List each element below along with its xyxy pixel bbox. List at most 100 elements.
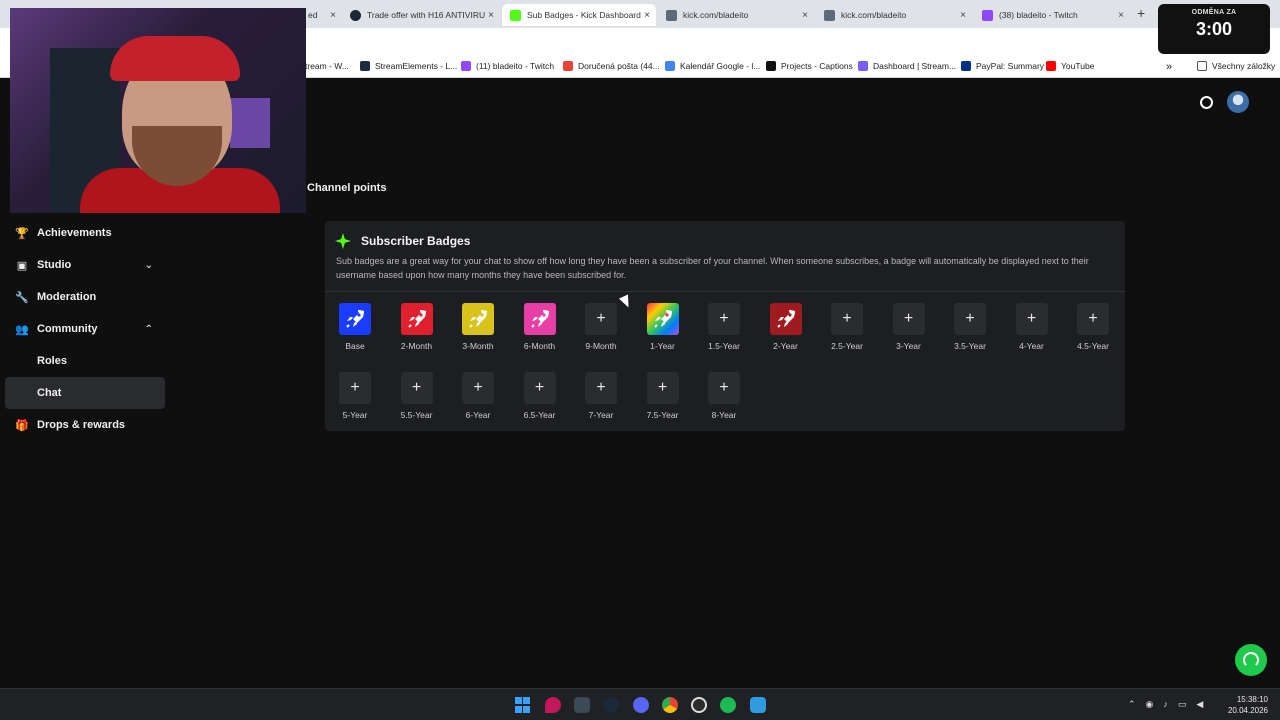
- add-badge-button[interactable]: +: [708, 372, 740, 404]
- steam-icon[interactable]: [603, 697, 619, 713]
- add-badge-button[interactable]: +: [462, 372, 494, 404]
- sidebar-item-moderation[interactable]: 🔧 Moderation: [5, 281, 165, 313]
- bookmark-item[interactable]: StreamElements - L...: [360, 61, 457, 71]
- add-badge-button[interactable]: +: [954, 303, 986, 335]
- captions-icon: [766, 61, 776, 71]
- sparkle-icon: [335, 233, 351, 249]
- badge-slot: +7-Year: [571, 372, 631, 420]
- page-section-title[interactable]: Channel points: [307, 182, 386, 194]
- tab-close-icon[interactable]: ×: [644, 10, 650, 21]
- chrome-icon[interactable]: [662, 697, 678, 713]
- steam-favicon-icon: [350, 9, 361, 21]
- add-badge-button[interactable]: +: [523, 372, 556, 404]
- add-badge-button[interactable]: +: [585, 303, 617, 335]
- badge-label: 1.5-Year: [708, 341, 740, 351]
- add-badge-button[interactable]: +: [1077, 303, 1109, 335]
- bookmark-item[interactable]: PayPal: Summary: [961, 61, 1044, 71]
- tab-label: kick.com/bladeito: [683, 10, 749, 20]
- badge-slot: +4.5-Year: [1063, 303, 1123, 351]
- rocket-badge-icon[interactable]: [400, 303, 433, 335]
- obs-icon[interactable]: [691, 697, 707, 713]
- volume-icon[interactable]: ◀: [1196, 699, 1203, 710]
- sidebar-item-roles[interactable]: Roles: [5, 345, 165, 377]
- tab-close-icon[interactable]: ×: [802, 10, 808, 21]
- browser-tab[interactable]: kick.com/bladeito ×: [658, 4, 814, 26]
- badge-label: 4.5-Year: [1077, 341, 1109, 351]
- add-badge-button[interactable]: +: [339, 372, 371, 404]
- system-tray: ⌃ ◉ ♪ ▭ ◀: [1128, 699, 1203, 710]
- bookmarks-overflow-button[interactable]: »: [1166, 61, 1172, 73]
- tab-close-icon[interactable]: ×: [330, 10, 336, 21]
- bookmark-item[interactable]: Projects - Captions: [766, 61, 853, 71]
- clock[interactable]: 15:38:10 20.04.2026: [1228, 694, 1268, 716]
- badge-slot: Base: [325, 303, 385, 351]
- browser-tab-active[interactable]: Sub Badges - Kick Dashboard ×: [502, 4, 656, 26]
- rocket-badge-icon[interactable]: [646, 303, 679, 335]
- sidebar-item-label: Drops & rewards: [37, 419, 126, 431]
- youtube-icon: [1046, 61, 1056, 71]
- rocket-badge-icon[interactable]: [769, 303, 802, 335]
- browser-tab[interactable]: (38) bladeito - Twitch ×: [974, 4, 1130, 26]
- bookmark-item[interactable]: Kalendář Google - l...: [665, 61, 760, 71]
- search-icon[interactable]: [1200, 95, 1213, 109]
- bookmark-item[interactable]: YouTube: [1046, 61, 1094, 71]
- windows-taskbar: ⌃ ◉ ♪ ▭ ◀ 15:38:10 20.04.2026: [0, 688, 1280, 720]
- bookmark-item[interactable]: Dashboard | Stream...: [858, 61, 956, 71]
- badge-slot: 3-Month: [448, 303, 508, 351]
- add-badge-button[interactable]: +: [646, 372, 679, 404]
- add-badge-button[interactable]: +: [585, 372, 617, 404]
- sidebar-item-studio[interactable]: ▣ Studio ⌄: [5, 249, 165, 281]
- badge-slot: 2-Year: [756, 303, 816, 351]
- wrench-icon: 🔧: [15, 291, 29, 304]
- chevron-down-icon: ⌄: [144, 259, 153, 271]
- bookmark-label: PayPal: Summary: [976, 61, 1045, 71]
- bookmark-item[interactable]: tream - W...: [305, 61, 349, 71]
- add-badge-button[interactable]: +: [400, 372, 433, 404]
- add-badge-button[interactable]: +: [1015, 303, 1048, 335]
- tab-close-icon[interactable]: ×: [1118, 10, 1124, 21]
- steam-tray-icon[interactable]: ◉: [1146, 699, 1154, 710]
- rocket-badge-icon[interactable]: [462, 303, 494, 335]
- badge-slot: +6-Year: [448, 372, 508, 420]
- add-badge-button[interactable]: +: [708, 303, 740, 335]
- sidebar-item-drops-rewards[interactable]: 🎁 Drops & rewards: [5, 409, 165, 441]
- windows-icon[interactable]: [515, 697, 531, 713]
- sidebar-item-community[interactable]: 👥 Community ⌃: [5, 313, 165, 345]
- bookmark-item[interactable]: Doručená pošta (44...: [563, 61, 660, 71]
- timer-label: ODMĚNA ZA: [1191, 9, 1237, 16]
- badge-slot: 6-Month: [510, 303, 570, 351]
- new-tab-button[interactable]: +: [1137, 5, 1145, 21]
- support-chat-button[interactable]: [1235, 644, 1267, 676]
- badge-label: 2.5-Year: [831, 341, 863, 351]
- add-badge-button[interactable]: +: [892, 303, 925, 335]
- badge-slot: +8-Year: [694, 372, 754, 420]
- badge-label: 6.5-Year: [523, 410, 556, 420]
- network-icon[interactable]: ▭: [1178, 699, 1187, 710]
- badge-label: Base: [345, 341, 365, 351]
- header-actions: [1200, 91, 1249, 113]
- all-bookmarks-button[interactable]: Všechny záložky: [1197, 61, 1275, 71]
- badge-slot: +5-Year: [325, 372, 385, 420]
- add-badge-button[interactable]: +: [831, 303, 863, 335]
- rocket-badge-icon[interactable]: [339, 303, 371, 335]
- tab-close-icon[interactable]: ×: [488, 10, 494, 21]
- discord-icon[interactable]: [633, 697, 649, 713]
- rocket-badge-icon[interactable]: [523, 303, 556, 335]
- bookmark-label: YouTube: [1061, 61, 1095, 71]
- app-pin-icon[interactable]: [545, 697, 561, 713]
- photos-icon[interactable]: [750, 697, 766, 713]
- xbox-icon[interactable]: [574, 697, 590, 713]
- tab-close-icon[interactable]: ×: [960, 10, 966, 21]
- sidebar-item-chat[interactable]: Chat: [5, 377, 165, 409]
- spotify-icon[interactable]: [720, 697, 736, 713]
- browser-tab[interactable]: kick.com/bladeito ×: [816, 4, 972, 26]
- sidebar-item-achievements[interactable]: 🏆 Achievements: [5, 217, 165, 249]
- bookmark-item[interactable]: (11) bladeito - Twitch: [461, 61, 554, 71]
- streamelements-icon: [360, 61, 370, 71]
- avatar[interactable]: [1227, 91, 1249, 113]
- browser-tab[interactable]: Trade offer with H16 ANTIVIRU ×: [342, 4, 500, 26]
- badge-slot: +6.5-Year: [510, 372, 570, 420]
- badge-label: 8-Year: [711, 410, 737, 420]
- microphone-icon[interactable]: ♪: [1163, 699, 1168, 710]
- chevron-up-icon[interactable]: ⌃: [1128, 699, 1136, 710]
